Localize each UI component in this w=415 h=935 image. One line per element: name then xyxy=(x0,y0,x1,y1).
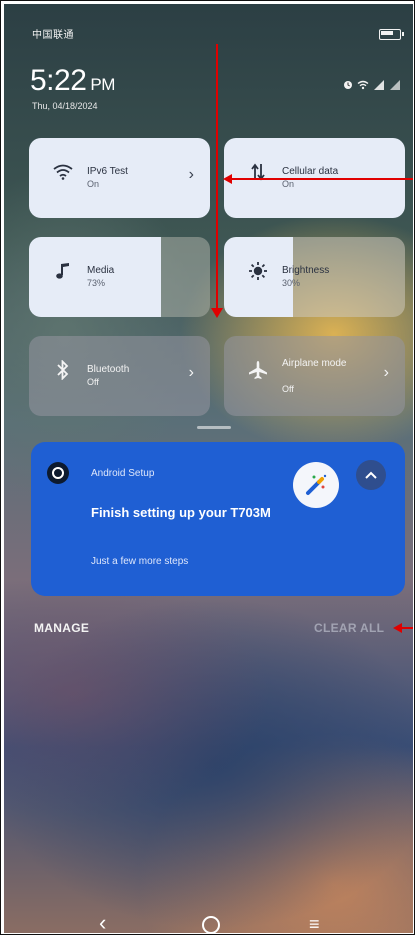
wifi-icon xyxy=(357,80,369,93)
notification-shade: 中国联通 5:22 PM Thu, 04/18/2024 IPv6 Test O… xyxy=(4,4,413,933)
brightness-level-track xyxy=(292,237,405,317)
navigation-bar: ‹ ≡ xyxy=(4,904,413,933)
tile-value: On xyxy=(282,179,295,189)
chevron-right-icon[interactable]: › xyxy=(384,364,389,382)
signal-icon xyxy=(373,80,385,93)
chevron-right-icon[interactable]: › xyxy=(189,364,194,382)
tile-value: Off xyxy=(282,384,294,394)
notification-subtitle: Just a few more steps xyxy=(91,556,189,567)
annotation-arrow-vertical xyxy=(216,44,218,312)
tile-name: Cellular data xyxy=(282,166,339,177)
drag-handle[interactable] xyxy=(197,426,231,429)
tile-name: Media xyxy=(87,265,115,276)
recent-apps-icon[interactable]: ≡ xyxy=(309,914,320,933)
notification-app-name: Android Setup xyxy=(91,468,155,479)
brightness-icon xyxy=(246,259,270,283)
notification-card[interactable]: Android Setup Finish setting up your T70… xyxy=(31,442,405,596)
manage-button[interactable]: MANAGE xyxy=(34,621,89,635)
battery-level xyxy=(381,31,393,35)
clock-time: 5:22 xyxy=(30,64,87,97)
date[interactable]: Thu, 04/18/2024 xyxy=(32,101,98,111)
music-note-icon xyxy=(51,259,75,283)
system-icons xyxy=(343,80,401,93)
media-level-fill xyxy=(29,237,162,317)
collapse-button[interactable] xyxy=(356,460,386,490)
android-setup-icon xyxy=(47,462,69,484)
media-level-track xyxy=(161,237,210,317)
clock-ampm: PM xyxy=(90,75,115,94)
tile-name: Airplane mode xyxy=(282,358,347,369)
bluetooth-icon xyxy=(51,358,75,382)
clear-all-button[interactable]: CLEAR ALL xyxy=(314,621,384,635)
tile-name: Brightness xyxy=(282,265,330,276)
tile-bluetooth[interactable]: Bluetooth Off › xyxy=(29,336,210,416)
annotation-arrowhead-left xyxy=(223,174,232,184)
status-bar: 中国联通 xyxy=(4,4,413,48)
mobile-data-icon xyxy=(246,160,270,184)
tile-ipv6-test[interactable]: IPv6 Test On › xyxy=(29,138,210,218)
notification-title: Finish setting up your T703M xyxy=(91,505,271,520)
airplane-icon xyxy=(246,358,270,382)
tile-airplane-mode[interactable]: Airplane mode Off › xyxy=(224,336,405,416)
wifi-icon xyxy=(51,160,75,184)
annotation-arrowhead-down xyxy=(211,308,223,318)
tile-value: 30% xyxy=(282,278,301,288)
tile-media-slider[interactable]: Media 73% xyxy=(29,237,210,317)
battery-icon xyxy=(379,29,404,40)
annotation-arrow-clear-all xyxy=(401,627,413,629)
home-icon[interactable] xyxy=(202,916,220,933)
back-icon[interactable]: ‹ xyxy=(99,910,106,933)
alarm-icon xyxy=(343,80,353,93)
carrier-name: 中国联通 xyxy=(32,30,74,41)
clock[interactable]: 5:22 PM xyxy=(30,64,115,98)
tile-value: Off xyxy=(87,377,99,387)
annotation-arrowhead-left xyxy=(393,623,402,633)
tile-value: 73% xyxy=(87,278,106,288)
tile-value: On xyxy=(87,179,100,189)
tile-name: Bluetooth xyxy=(87,364,130,375)
chevron-right-icon[interactable]: › xyxy=(189,166,194,184)
signal-icon xyxy=(389,80,401,93)
magic-wand-icon xyxy=(293,462,339,508)
tile-brightness-slider[interactable]: Brightness 30% xyxy=(224,237,405,317)
screenshot-frame: 中国联通 5:22 PM Thu, 04/18/2024 IPv6 Test O… xyxy=(0,0,415,935)
annotation-arrow-cellular xyxy=(231,178,413,180)
tile-name: IPv6 Test xyxy=(87,166,128,177)
